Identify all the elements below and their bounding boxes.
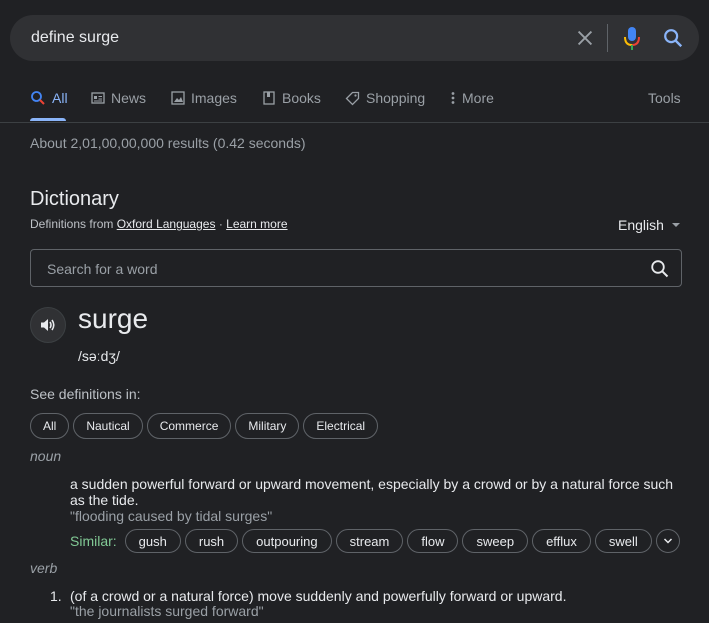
synonym-chip[interactable]: efflux <box>532 529 591 553</box>
synonym-chip[interactable]: gush <box>124 529 181 553</box>
synonym-chip[interactable]: rush <box>184 529 239 553</box>
search-bar[interactable]: define surge <box>10 15 699 61</box>
book-icon <box>263 91 275 105</box>
definition-number: 1. <box>50 588 62 604</box>
verb-definition: (of a crowd or a natural force) move sud… <box>70 588 567 604</box>
separator: · <box>218 217 223 231</box>
news-icon <box>91 92 105 104</box>
tag-icon <box>345 91 360 105</box>
tab-images[interactable]: Images <box>171 90 237 106</box>
chip-all[interactable]: All <box>30 413 70 439</box>
oxford-languages-link[interactable]: Oxford Languages <box>117 217 216 231</box>
part-of-speech-verb: verb <box>30 560 58 576</box>
verb-example: "the journalists surged forward" <box>70 603 264 619</box>
search-icon[interactable] <box>662 27 684 49</box>
search-icon <box>31 91 45 105</box>
learn-more-link[interactable]: Learn more <box>226 217 287 231</box>
tab-label: News <box>111 90 147 106</box>
search-query[interactable]: define surge <box>31 29 119 47</box>
tab-label: More <box>462 90 494 106</box>
synonym-chip[interactable]: outpouring <box>242 529 332 553</box>
word-search-input[interactable] <box>45 258 629 280</box>
language-selector[interactable]: English <box>618 217 680 233</box>
tab-label: Images <box>191 90 237 106</box>
search-tabs: All News Images Books Shopping More Tool… <box>0 80 709 123</box>
language-label: English <box>618 217 664 233</box>
chip-nautical[interactable]: Nautical <box>73 413 143 439</box>
similar-words-row: Similar: gush rush outpouring stream flo… <box>70 529 680 553</box>
synonym-chip[interactable]: stream <box>335 529 404 553</box>
tab-news[interactable]: News <box>91 90 146 106</box>
search-bar-divider <box>607 24 608 52</box>
chevron-down-icon <box>663 538 672 544</box>
chip-electrical[interactable]: Electrical <box>303 413 379 439</box>
search-icon[interactable] <box>650 259 670 279</box>
pronunciation-button[interactable] <box>30 307 66 343</box>
tab-books[interactable]: Books <box>262 90 321 106</box>
image-icon <box>171 91 185 105</box>
similar-label: Similar: <box>70 533 117 549</box>
microphone-icon[interactable] <box>622 26 642 52</box>
tab-shopping[interactable]: Shopping <box>345 90 425 106</box>
tab-label: All <box>52 90 68 106</box>
noun-definition-line1: a sudden powerful forward or upward move… <box>70 476 674 492</box>
tab-label: Books <box>282 90 321 106</box>
more-vert-icon <box>451 92 455 104</box>
expand-synonyms-button[interactable] <box>655 529 680 553</box>
headword: surge <box>78 303 149 334</box>
caret-down-icon <box>671 223 680 227</box>
synonym-chip[interactable]: swell <box>594 529 652 553</box>
speaker-icon <box>41 319 55 331</box>
synonym-chip[interactable]: sweep <box>462 529 529 553</box>
synonym-chip[interactable]: flow <box>407 529 459 553</box>
noun-definition-line2: as the tide. <box>70 492 139 508</box>
see-definitions-label: See definitions in: <box>30 386 141 402</box>
active-tab-indicator <box>30 118 66 121</box>
phonetic: /səːdʒ/ <box>78 348 120 364</box>
tools-button[interactable]: Tools <box>648 90 681 106</box>
tab-label: Shopping <box>366 90 426 106</box>
noun-example: "flooding caused by tidal surges" <box>70 508 273 524</box>
word-search-box[interactable] <box>30 249 682 287</box>
definitions-source: Definitions from Oxford Languages · Lear… <box>30 217 288 231</box>
definitions-source-prefix: Definitions from <box>30 217 114 231</box>
chip-military[interactable]: Military <box>235 413 300 439</box>
tab-more[interactable]: More <box>450 90 494 106</box>
definition-filter-chips: All Nautical Commerce Military Electrica… <box>30 413 379 439</box>
result-stats: About 2,01,00,00,000 results (0.42 secon… <box>30 135 306 151</box>
tab-all[interactable]: All <box>30 90 68 106</box>
part-of-speech-noun: noun <box>30 448 62 464</box>
clear-icon[interactable] <box>574 27 596 49</box>
chip-commerce[interactable]: Commerce <box>146 413 232 439</box>
dictionary-title: Dictionary <box>30 188 119 210</box>
